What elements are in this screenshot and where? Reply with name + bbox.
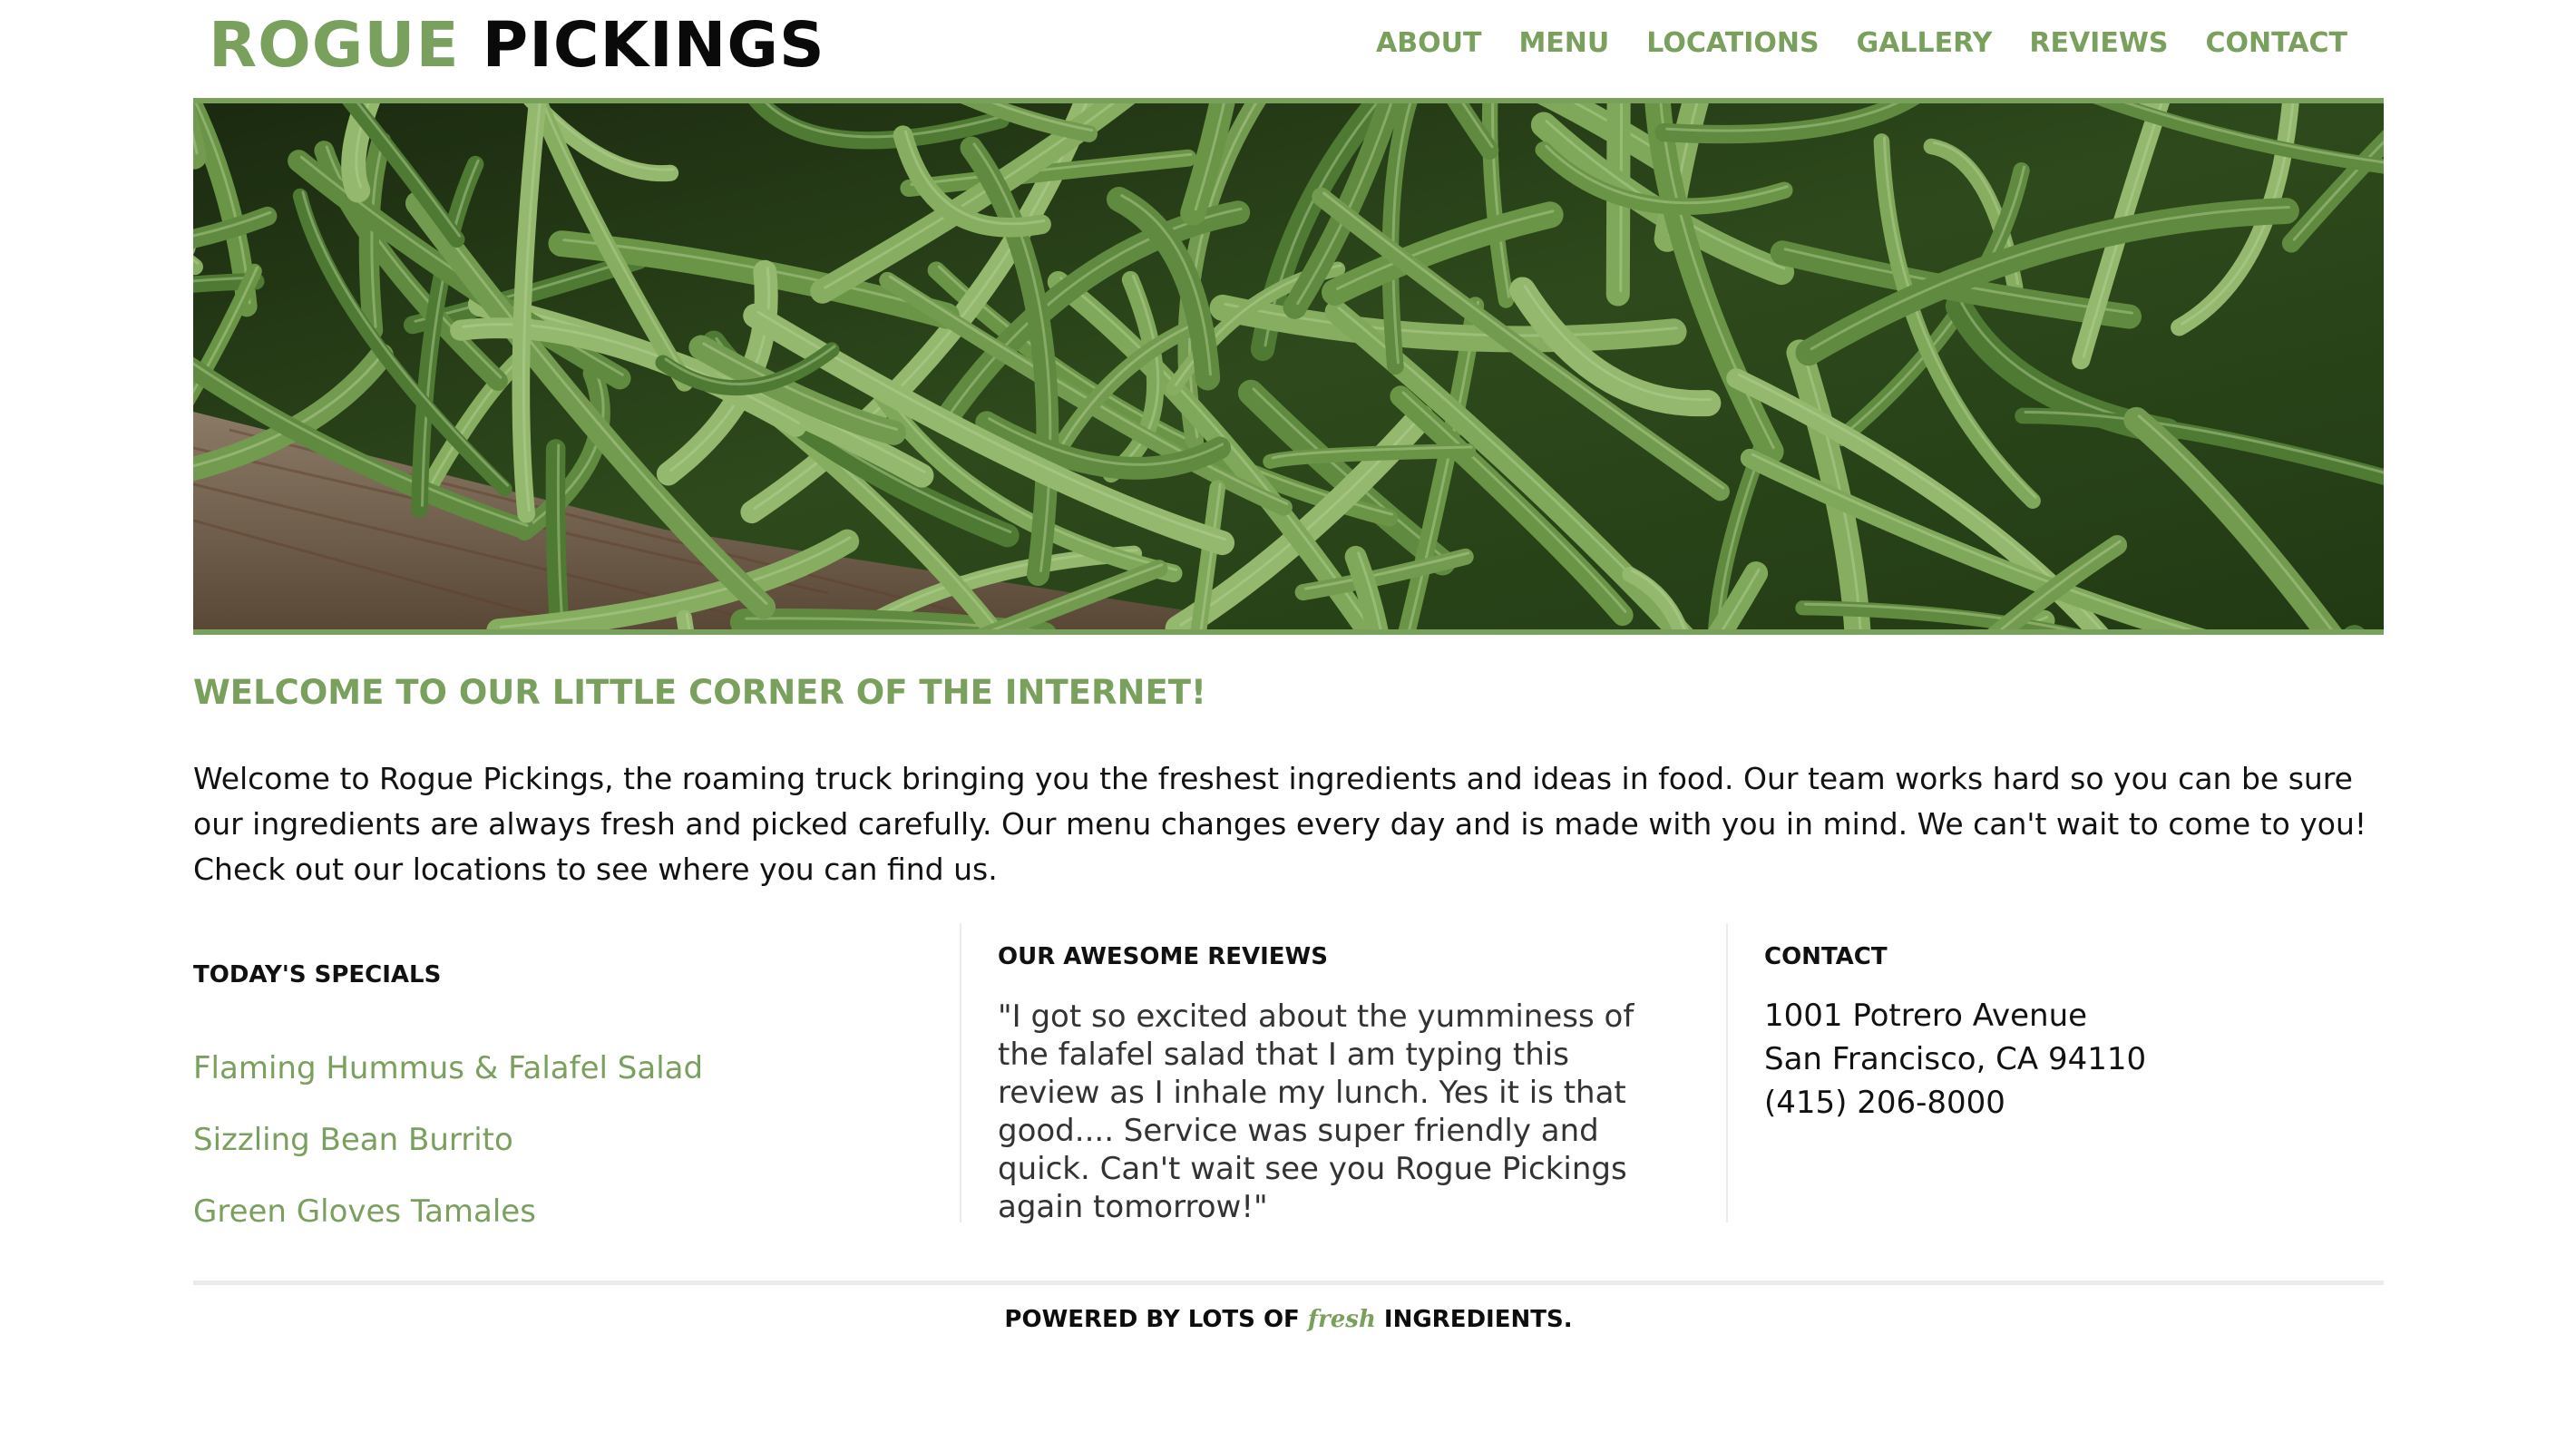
hero-image: [193, 98, 2384, 635]
nav-reviews[interactable]: REVIEWS: [2029, 27, 2168, 59]
bean-shape: [193, 103, 207, 170]
nav-menu[interactable]: MENU: [1518, 27, 1609, 59]
address-line-2: San Francisco, CA 94110: [1764, 1041, 2147, 1077]
phone-number[interactable]: (415) 206-8000: [1764, 1085, 2005, 1121]
welcome-heading: WELCOME TO OUR LITTLE CORNER OF THE INTE…: [193, 673, 1206, 712]
footer-text-before: POWERED BY LOTS OF: [1004, 1306, 1300, 1333]
specials-column: TODAY'S SPECIALS Flaming Hummus & Falafe…: [193, 923, 919, 1230]
nav-contact[interactable]: CONTACT: [2206, 27, 2347, 59]
page: ROGUE PICKINGS ABOUT MENU LOCATIONS GALL…: [193, 0, 2384, 1333]
footer-fresh-word: fresh: [1307, 1306, 1376, 1333]
review-quote: "I got so excited about the yumminess of…: [998, 998, 1634, 1225]
main-nav: ABOUT MENU LOCATIONS GALLERY REVIEWS CON…: [1376, 27, 2347, 59]
contact-heading: CONTACT: [1764, 943, 1888, 970]
footer-text-after: INGREDIENTS.: [1383, 1306, 1573, 1333]
nav-about[interactable]: ABOUT: [1376, 27, 1481, 59]
specials-heading: TODAY'S SPECIALS: [193, 961, 442, 988]
address-line-1: 1001 Potrero Avenue: [1764, 998, 2088, 1034]
site-logo[interactable]: ROGUE PICKINGS: [209, 9, 825, 82]
footer-divider: [193, 1281, 2384, 1285]
nav-locations[interactable]: LOCATIONS: [1646, 27, 1819, 59]
nav-gallery[interactable]: GALLERY: [1857, 27, 1993, 59]
site-header: ROGUE PICKINGS ABOUT MENU LOCATIONS GALL…: [193, 0, 2384, 100]
special-item[interactable]: Flaming Hummus & Falafel Salad: [193, 1050, 703, 1086]
logo-part-2: PICKINGS: [482, 9, 825, 82]
special-item[interactable]: Sizzling Bean Burrito: [193, 1122, 513, 1158]
logo-part-1: ROGUE: [209, 9, 460, 82]
contact-column: CONTACT 1001 Potrero Avenue San Francisc…: [1726, 923, 2386, 1222]
site-footer: POWERED BY LOTS OF fresh INGREDIENTS.: [193, 1306, 2384, 1333]
welcome-paragraph: Welcome to Rogue Pickings, the roaming t…: [193, 761, 2367, 887]
reviews-heading: OUR AWESOME REVIEWS: [998, 943, 1328, 970]
special-item[interactable]: Green Gloves Tamales: [193, 1193, 536, 1230]
reviews-column: OUR AWESOME REVIEWS "I got so excited ab…: [960, 923, 1669, 1225]
green-beans-photo: [193, 103, 2384, 629]
